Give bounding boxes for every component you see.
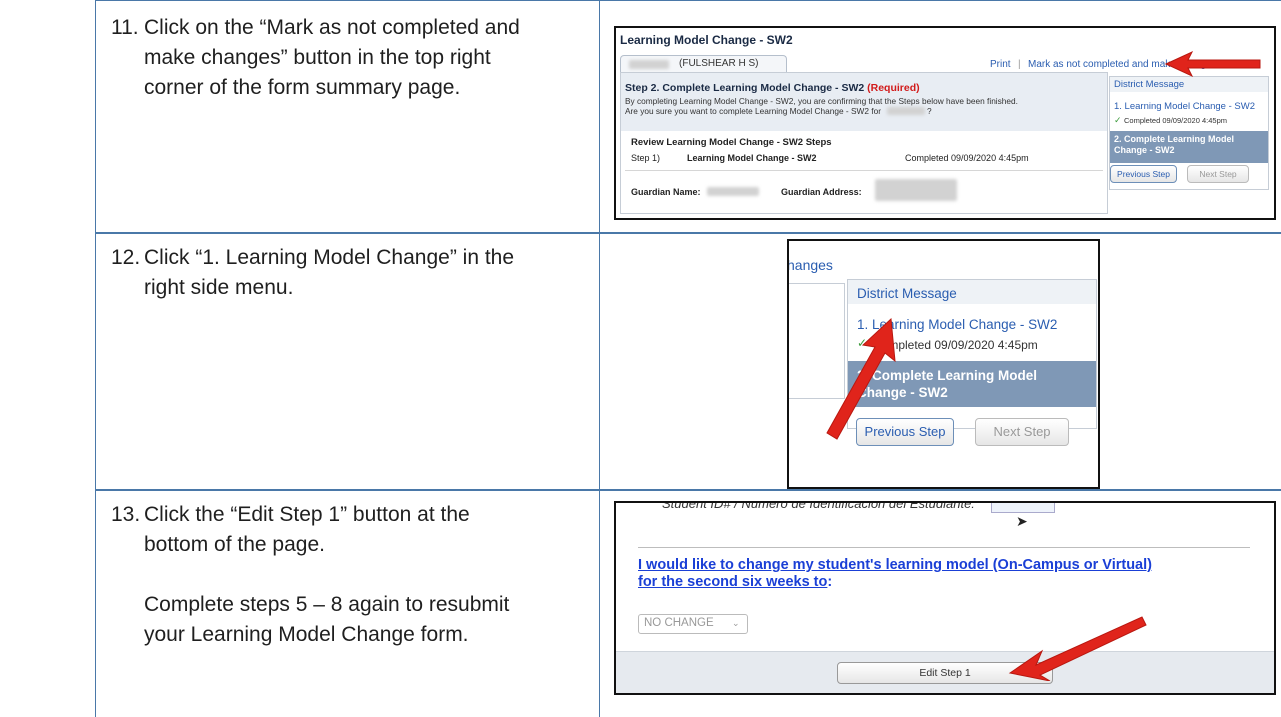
step-number: 11. (111, 16, 139, 39)
cursor-icon: ➤ (1016, 513, 1028, 529)
sidebar-header: District Message (848, 280, 1096, 304)
learning-model-select[interactable]: NO CHANGE ⌄ (638, 614, 748, 634)
redacted-student-name (629, 60, 669, 69)
summary-panel: Step 2. Complete Learning Model Change -… (620, 72, 1108, 214)
print-link[interactable]: Print (990, 59, 1011, 70)
divider (625, 170, 1103, 171)
redacted-guardian-name (707, 187, 759, 196)
row-divider-2 (95, 489, 1281, 491)
red-arrow-icon (826, 317, 896, 440)
select-value: NO CHANGE (644, 617, 714, 629)
chevron-down-icon: ⌄ (732, 618, 740, 628)
table-border-left (95, 0, 96, 717)
sidebar-header-label: District Message (857, 286, 957, 301)
step-extra-text: Complete steps 5 – 8 again to resubmit y… (144, 593, 510, 646)
guardian-address-label: Guardian Address: (781, 187, 862, 197)
required-label: (Required) (867, 82, 920, 94)
step1-status: Completed 09/09/2020 4:45pm (905, 153, 1029, 163)
screenshot-edit-step: Student ID# / Numero de Identificacion d… (614, 501, 1276, 695)
next-step-button[interactable]: Next Step (975, 418, 1069, 446)
link-separator: | (1018, 59, 1021, 70)
top-strip: Student ID# / Numero de Identificacion d… (616, 503, 1274, 519)
school-tab[interactable]: (FULSHEAR H S) (620, 55, 787, 72)
confirm-text-line1: By completing Learning Model Change - SW… (625, 96, 1018, 106)
sidebar-header-label: District Message (1114, 79, 1185, 90)
step-text: Click the “Edit Step 1” button at the bo… (144, 503, 470, 556)
sidebar-item-1[interactable]: 1. Learning Model Change - SW2 (1114, 101, 1255, 112)
student-id-input[interactable] (991, 503, 1055, 513)
red-arrow-icon (1164, 50, 1261, 78)
previous-step-button[interactable]: Previous Step (1110, 165, 1177, 183)
sidebar-header: District Message (1110, 77, 1268, 92)
check-icon: ✓ (1114, 115, 1122, 125)
step1-label: Step 1) (631, 153, 661, 163)
redacted-guardian-address (875, 179, 957, 201)
next-step-button[interactable]: Next Step (1187, 165, 1249, 183)
sidebar-item-2-label: 2. Complete Learning Model Change - SW2 (1114, 134, 1235, 155)
redacted-name (887, 107, 925, 115)
row-divider-1 (95, 232, 1281, 234)
screenshot-sidebar-zoom: hanges District Message 1. Learning Mode… (787, 239, 1100, 489)
step-number: 12. (111, 246, 141, 269)
confirm-text-line2: Are you sure you want to complete Learni… (625, 106, 881, 116)
red-arrow-icon (1008, 616, 1147, 681)
step-text: Click “1. Learning Model Change” in the … (144, 246, 515, 299)
table-border-top (95, 0, 1281, 1)
screenshot-form-summary: Learning Model Change - SW2 (FULSHEAR H … (614, 26, 1276, 220)
partial-link-text: hanges (787, 257, 833, 273)
question-line-2: for the second six weeks to: (638, 574, 833, 590)
sidebar-item-2[interactable]: 2. Complete Learning Model Change - SW2 (1110, 131, 1268, 163)
step1-name: Learning Model Change - SW2 (687, 153, 817, 163)
confirm-question-mark: ? (927, 106, 932, 116)
step-heading: Step 2. Complete Learning Model Change -… (625, 82, 920, 94)
step-number: 13. (111, 503, 141, 526)
guardian-name-label: Guardian Name: (631, 187, 701, 197)
review-heading: Review Learning Model Change - SW2 Steps (631, 137, 832, 148)
content-divider (638, 547, 1250, 548)
sidebar-item-1-status: Completed 09/09/2020 4:45pm (1124, 116, 1227, 125)
student-id-label: Student ID# / Numero de Identificacion d… (662, 503, 975, 511)
step-text: Click on the “Mark as not completed and … (144, 16, 520, 99)
form-title: Learning Model Change - SW2 (620, 33, 793, 47)
question-line-1[interactable]: I would like to change my student's lear… (638, 557, 1152, 573)
school-tab-label: (FULSHEAR H S) (679, 58, 759, 69)
